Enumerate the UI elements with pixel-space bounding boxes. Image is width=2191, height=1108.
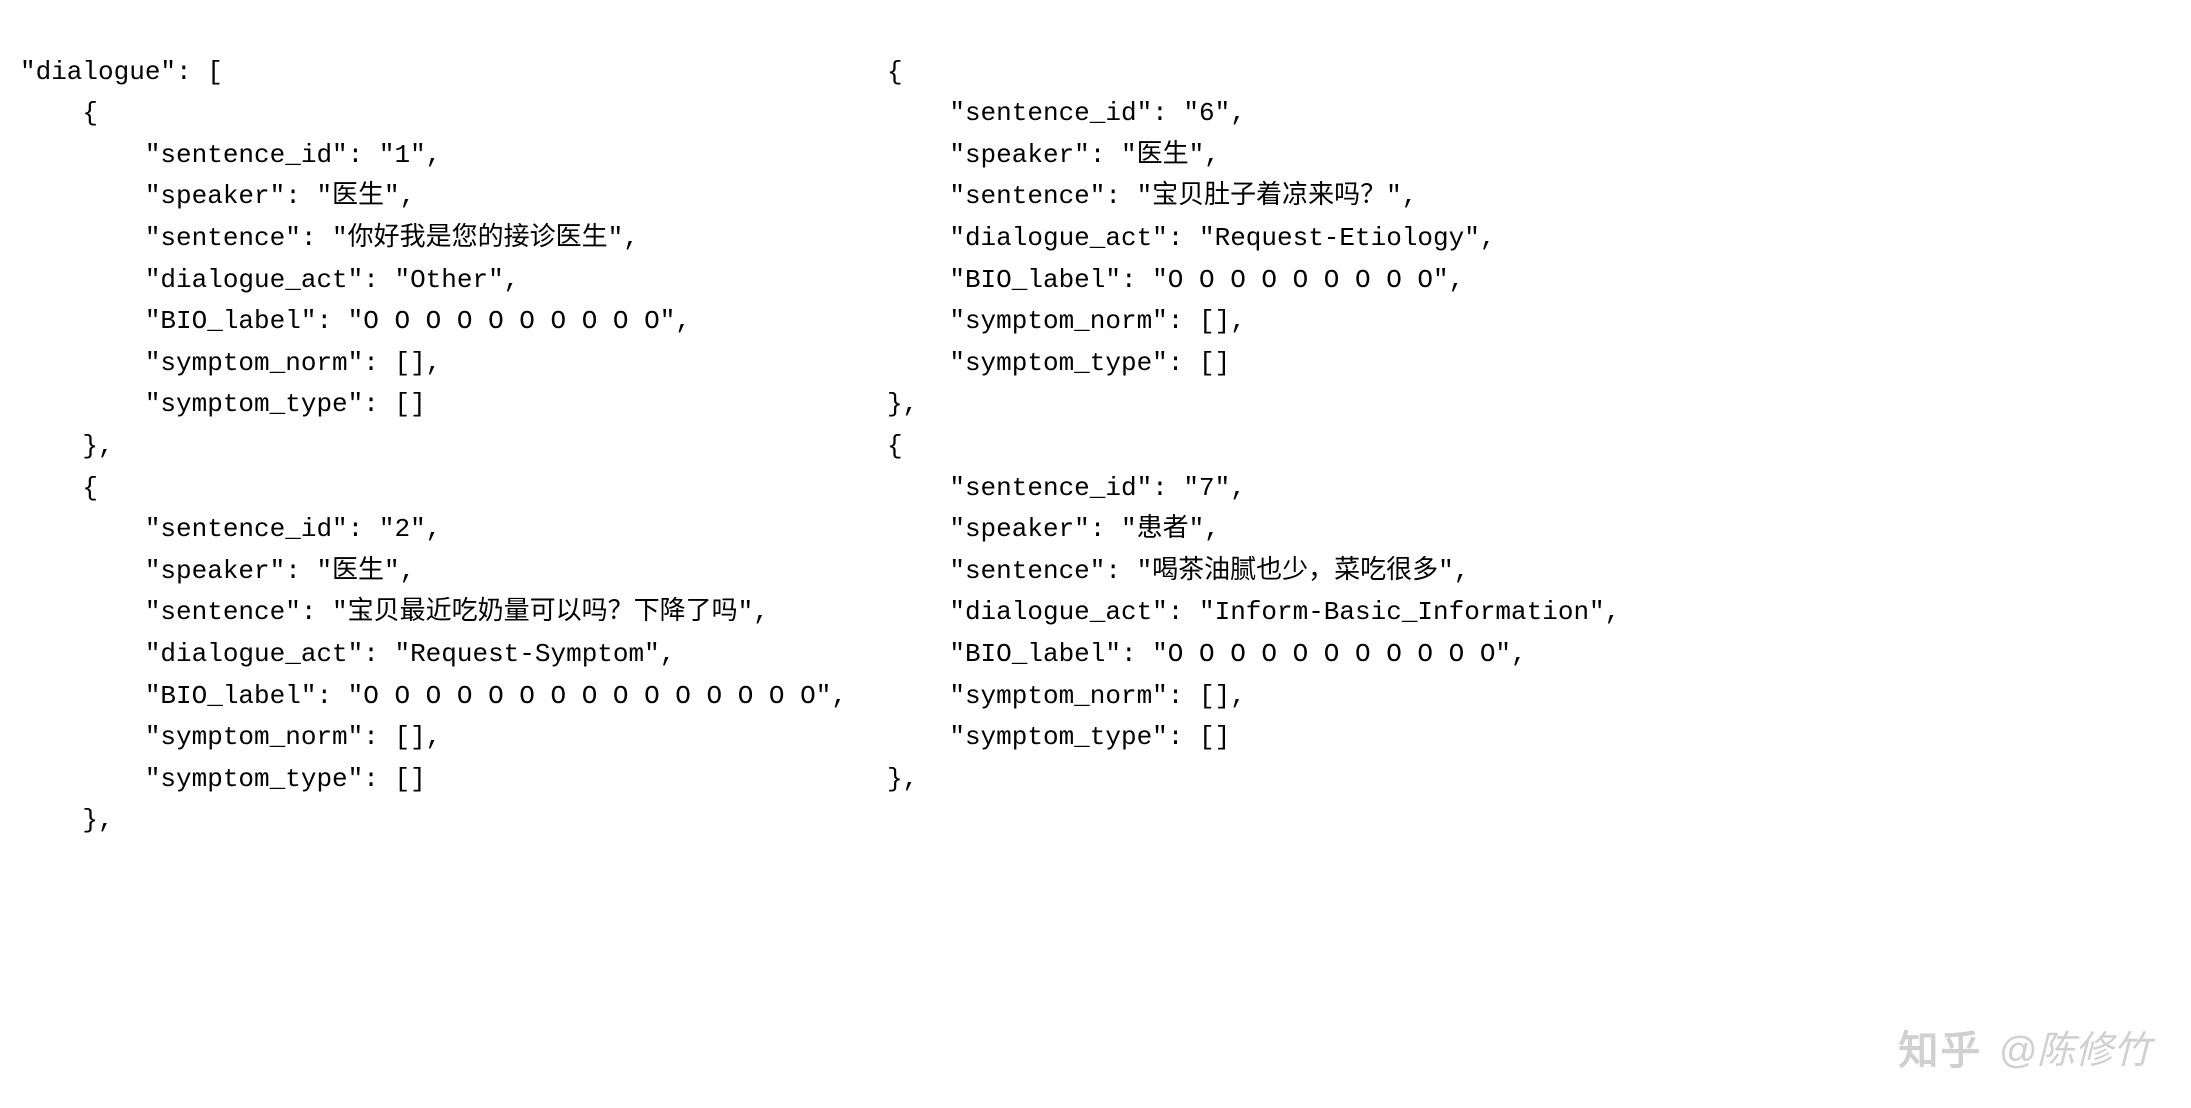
code-line: "sentence": "你好我是您的接诊医生", <box>20 223 639 253</box>
code-line: { <box>887 431 903 461</box>
code-line: }, <box>20 805 114 835</box>
code-line: "BIO_label": "O O O O O O O O O O", <box>20 306 691 336</box>
code-line: { <box>887 57 903 87</box>
code-line: }, <box>887 764 918 794</box>
code-line: "sentence": "喝茶油腻也少，菜吃很多", <box>887 556 1469 586</box>
code-line: "speaker": "医生", <box>20 556 415 586</box>
watermark: 知乎 @陈修竹 <box>1898 1019 2151 1083</box>
code-line: "sentence_id": "6", <box>887 98 1246 128</box>
code-line: "BIO_label": "O O O O O O O O O O O O O … <box>20 681 847 711</box>
code-line: { <box>20 98 98 128</box>
code-line: "sentence": "宝贝最近吃奶量可以吗？下降了吗", <box>20 597 769 627</box>
code-column-left: "dialogue": [ { "sentence_id": "1", "spe… <box>20 10 847 842</box>
code-line: "dialogue_act": "Request-Etiology", <box>887 223 1496 253</box>
code-line: "dialogue_act": "Other", <box>20 265 519 295</box>
code-line: "symptom_norm": [], <box>20 722 441 752</box>
code-column-right: { "sentence_id": "6", "speaker": "医生", "… <box>887 10 2171 842</box>
code-line: }, <box>20 431 114 461</box>
code-line: "BIO_label": "O O O O O O O O O", <box>887 265 1464 295</box>
code-line: "sentence_id": "7", <box>887 473 1246 503</box>
code-line: "speaker": "医生", <box>20 181 415 211</box>
code-line: "symptom_type": [] <box>20 764 426 794</box>
code-line: "sentence": "宝贝肚子着凉来吗？", <box>887 181 1417 211</box>
code-line: "symptom_norm": [], <box>887 306 1246 336</box>
code-line: "sentence_id": "1", <box>20 140 441 170</box>
code-line: { <box>20 473 98 503</box>
zhihu-logo: 知乎 <box>1898 1019 1982 1083</box>
code-line: "dialogue": [ <box>20 57 223 87</box>
watermark-author: @陈修竹 <box>1998 1021 2151 1082</box>
code-line: "symptom_type": [] <box>20 389 426 419</box>
code-line: "speaker": "医生", <box>887 140 1220 170</box>
code-line: "BIO_label": "O O O O O O O O O O O", <box>887 639 1527 669</box>
code-line: }, <box>887 389 918 419</box>
code-line: "sentence_id": "2", <box>20 514 441 544</box>
code-line: "symptom_type": [] <box>887 722 1230 752</box>
code-line: "speaker": "患者", <box>887 514 1220 544</box>
code-line: "dialogue_act": "Request-Symptom", <box>20 639 675 669</box>
code-line: "symptom_norm": [], <box>20 348 441 378</box>
code-line: "symptom_type": [] <box>887 348 1230 378</box>
code-line: "dialogue_act": "Inform-Basic_Informatio… <box>887 597 1620 627</box>
code-columns: "dialogue": [ { "sentence_id": "1", "spe… <box>0 0 2191 852</box>
code-line: "symptom_norm": [], <box>887 681 1246 711</box>
